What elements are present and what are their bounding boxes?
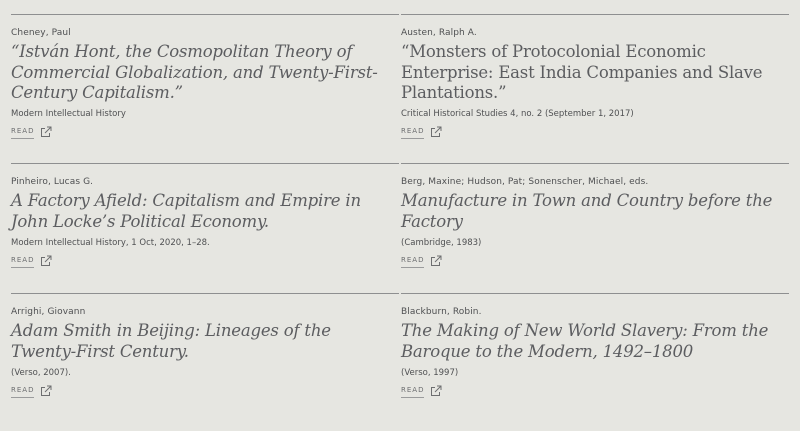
- entry-title: “Monsters of Protocolonial Economic Ente…: [401, 42, 763, 102]
- entry-title: “István Hont, the Cosmopolitan Theory of…: [11, 42, 378, 102]
- entry-title: A Factory Afield: Capitalism and Empire …: [11, 191, 361, 231]
- entry-source: (Verso, 1997): [401, 368, 459, 378]
- entry-title: Manufacture in Town and Country before t…: [401, 191, 773, 231]
- bibliography-entry: Blackburn, Robin. The Making of New Worl…: [401, 293, 789, 423]
- read-link[interactable]: READ: [11, 385, 52, 398]
- entry-author: Austen, Ralph A.: [401, 28, 477, 38]
- bibliography-entry: Austen, Ralph A. “Monsters of Protocolon…: [401, 14, 789, 144]
- bibliography-grid: Cheney, Paul “István Hont, the Cosmopoli…: [0, 0, 800, 431]
- entry-author: Blackburn, Robin.: [401, 307, 482, 317]
- read-link[interactable]: READ: [11, 255, 52, 268]
- read-label[interactable]: READ: [11, 256, 35, 268]
- bibliography-entry: Berg, Maxine; Hudson, Pat; Sonenscher, M…: [401, 163, 789, 293]
- read-link[interactable]: READ: [401, 385, 442, 398]
- read-link[interactable]: READ: [401, 255, 442, 268]
- entry-source: Modern Intellectual History, 1 Oct, 2020…: [11, 238, 210, 248]
- entry-title: Adam Smith in Beijing: Lineages of the T…: [11, 321, 331, 361]
- entry-author: Cheney, Paul: [11, 28, 71, 38]
- entry-author: Arrighi, Giovann: [11, 307, 86, 317]
- entry-source: Modern Intellectual History: [11, 109, 126, 119]
- entry-source: Critical Historical Studies 4, no. 2 (Se…: [401, 109, 634, 119]
- read-label[interactable]: READ: [401, 127, 425, 139]
- read-label[interactable]: READ: [401, 386, 425, 398]
- read-label[interactable]: READ: [401, 256, 425, 268]
- entry-title: The Making of New World Slavery: From th…: [401, 321, 769, 361]
- read-label[interactable]: READ: [11, 127, 35, 139]
- entry-source: (Cambridge, 1983): [401, 238, 482, 248]
- bibliography-entry: Pinheiro, Lucas G. A Factory Afield: Cap…: [11, 163, 399, 293]
- external-link-icon[interactable]: [40, 385, 52, 397]
- bibliography-entry: Cheney, Paul “István Hont, the Cosmopoli…: [11, 14, 399, 144]
- read-label[interactable]: READ: [11, 386, 35, 398]
- entry-source: (Verso, 2007).: [11, 368, 71, 378]
- external-link-icon[interactable]: [430, 126, 442, 138]
- entry-author: Pinheiro, Lucas G.: [11, 177, 94, 187]
- external-link-icon[interactable]: [40, 126, 52, 138]
- external-link-icon[interactable]: [430, 385, 442, 397]
- external-link-icon[interactable]: [430, 255, 442, 267]
- bibliography-entry: Arrighi, Giovann Adam Smith in Beijing: …: [11, 293, 399, 423]
- read-link[interactable]: READ: [11, 126, 52, 139]
- read-link[interactable]: READ: [401, 126, 442, 139]
- external-link-icon[interactable]: [40, 255, 52, 267]
- entry-author: Berg, Maxine; Hudson, Pat; Sonenscher, M…: [401, 177, 649, 187]
